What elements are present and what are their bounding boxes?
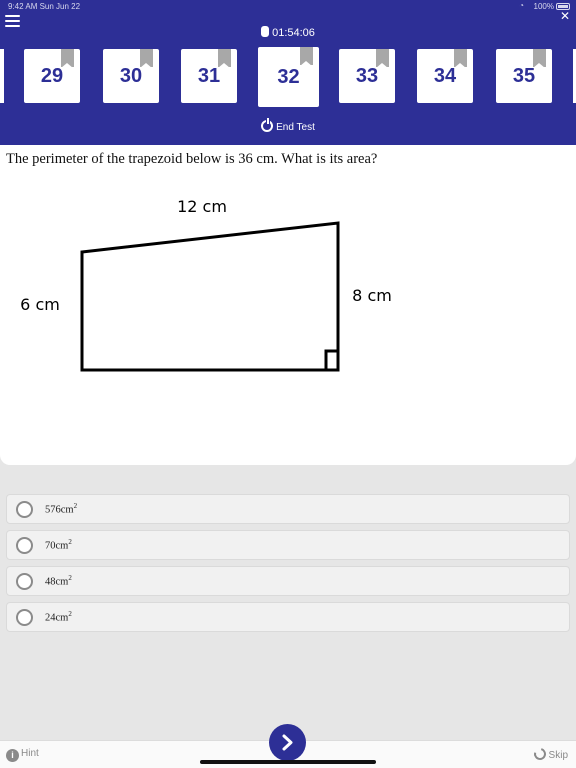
skip-icon bbox=[531, 745, 548, 763]
skip-label: Skip bbox=[548, 750, 568, 761]
status-time-date: 9:42 AM Sun Jun 22 bbox=[8, 2, 81, 11]
bookmark-icon[interactable] bbox=[140, 49, 153, 68]
right-side-label: 8 cm bbox=[352, 286, 392, 305]
answer-option-c[interactable]: 48cm2 bbox=[6, 566, 570, 596]
answer-option-b[interactable]: 70cm2 bbox=[6, 530, 570, 560]
question-text: The perimeter of the trapezoid below is … bbox=[6, 151, 378, 167]
answer-option-d[interactable]: 24cm2 bbox=[6, 602, 570, 632]
top-side-label: 12 cm bbox=[177, 197, 227, 216]
end-test-button[interactable]: End Test bbox=[0, 118, 576, 133]
bookmark-icon[interactable] bbox=[218, 49, 231, 68]
bookmark-icon[interactable] bbox=[454, 49, 467, 68]
left-side-label: 6 cm bbox=[20, 295, 60, 314]
answer-label: 48cm2 bbox=[45, 574, 72, 588]
end-test-label: End Test bbox=[276, 122, 315, 133]
trapezoid-figure: 12 cm 6 cm 8 cm bbox=[4, 185, 415, 375]
timer: 01:54:06 bbox=[0, 26, 576, 39]
bookmark-icon[interactable] bbox=[376, 49, 389, 68]
question-card: The perimeter of the trapezoid below is … bbox=[0, 145, 576, 465]
answer-label: 576cm2 bbox=[45, 502, 78, 516]
question-tab-34[interactable]: 34 bbox=[417, 49, 473, 103]
question-tab-32[interactable]: 32 bbox=[258, 47, 319, 107]
timer-value: 01:54:06 bbox=[272, 27, 315, 39]
chevron-right-icon bbox=[282, 734, 293, 751]
trapezoid-shape bbox=[80, 221, 340, 372]
radio-button-icon[interactable] bbox=[16, 537, 33, 554]
stopwatch-icon bbox=[261, 26, 270, 37]
header: 9:42 AM Sun Jun 22 ◔ 100% ✕ 01:54:06 29 … bbox=[0, 0, 576, 145]
hint-button[interactable]: i Hint bbox=[6, 748, 39, 762]
radio-button-icon[interactable] bbox=[16, 501, 33, 518]
answer-option-a[interactable]: 576cm2 bbox=[6, 494, 570, 524]
bookmark-icon[interactable] bbox=[533, 49, 546, 68]
question-tab-30[interactable]: 30 bbox=[103, 49, 159, 103]
bookmark-icon[interactable] bbox=[300, 47, 313, 66]
question-tab-29[interactable]: 29 bbox=[24, 49, 80, 103]
home-indicator bbox=[200, 760, 376, 764]
question-tab-31[interactable]: 31 bbox=[181, 49, 237, 103]
skip-button[interactable]: Skip bbox=[531, 745, 568, 763]
answer-list: 576cm2 70cm2 48cm2 24cm2 bbox=[6, 494, 570, 638]
question-tab-33[interactable]: 33 bbox=[339, 49, 395, 103]
hint-label: Hint bbox=[21, 748, 39, 759]
bookmark-icon[interactable] bbox=[61, 49, 74, 68]
question-tabs: 29 30 31 32 33 34 35 bbox=[0, 47, 576, 109]
info-icon: i bbox=[6, 749, 19, 762]
status-bar: 9:42 AM Sun Jun 22 ◔ 100% bbox=[0, 0, 576, 14]
answer-label: 70cm2 bbox=[45, 538, 72, 552]
wifi-icon: ◔ bbox=[519, 1, 524, 10]
radio-button-icon[interactable] bbox=[16, 609, 33, 626]
question-tab-35[interactable]: 35 bbox=[496, 49, 552, 103]
close-icon[interactable]: ✕ bbox=[560, 10, 570, 22]
radio-button-icon[interactable] bbox=[16, 573, 33, 590]
status-battery-text: 100% bbox=[533, 2, 554, 11]
next-button[interactable] bbox=[269, 724, 306, 761]
answer-label: 24cm2 bbox=[45, 610, 72, 624]
trapezoid-diagram: 12 cm 6 cm 8 cm bbox=[20, 197, 392, 372]
question-tab-partial[interactable] bbox=[0, 49, 4, 103]
right-angle-marker bbox=[324, 349, 340, 372]
power-icon bbox=[261, 118, 274, 132]
